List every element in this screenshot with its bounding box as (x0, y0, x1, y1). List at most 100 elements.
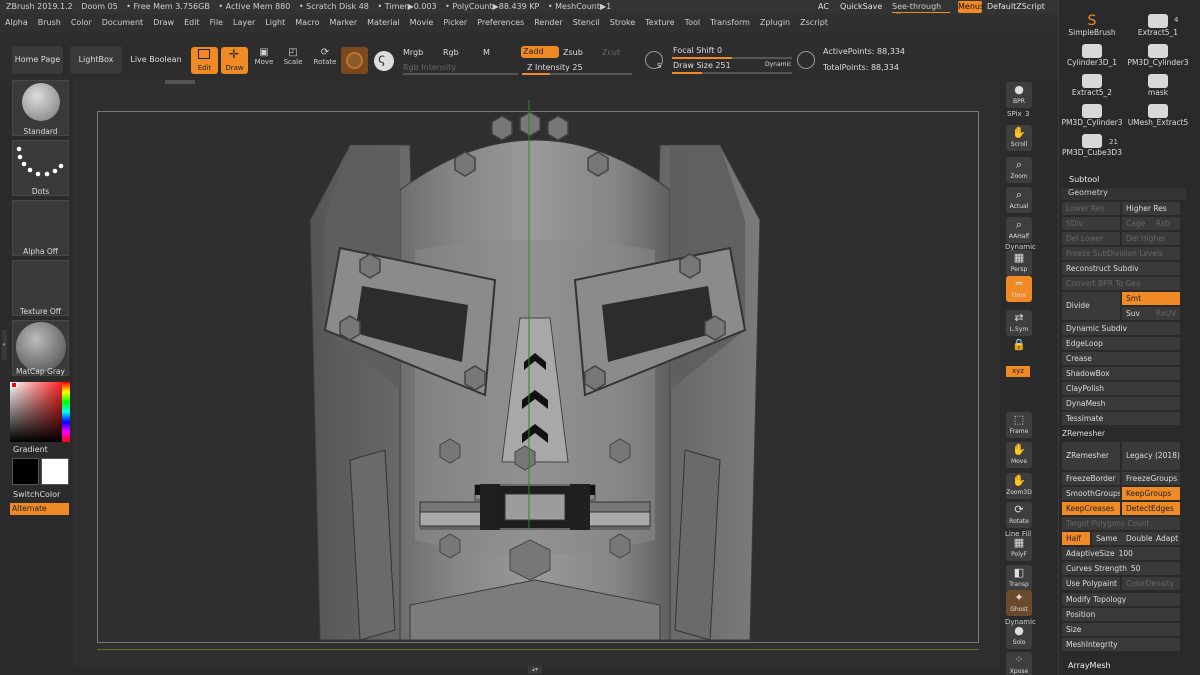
freezegroups-button[interactable]: FreezeGroups (1122, 472, 1180, 485)
suv-toggle[interactable]: Suv (1122, 307, 1152, 320)
persp-button[interactable]: ▦ Persp (1006, 250, 1032, 276)
menu-marker[interactable]: Marker (324, 14, 362, 32)
menu-light[interactable]: Light (260, 14, 290, 32)
higher-res-button[interactable]: Higher Res (1122, 202, 1180, 215)
use-polypaint-button[interactable]: Use Polypaint (1062, 577, 1120, 590)
zoom-button[interactable]: ⌕ Zoom (1006, 157, 1032, 183)
dynamic-toggle[interactable]: Dynamic (765, 61, 791, 68)
menu-texture[interactable]: Texture (640, 14, 679, 32)
menu-transform[interactable]: Transform (705, 14, 755, 32)
curves-strength-slider[interactable]: Curves Strength 50 (1062, 562, 1180, 575)
reuv-toggle[interactable]: ReUV (1152, 307, 1180, 320)
scale-button[interactable]: ◰ Scale (281, 47, 305, 74)
menu-document[interactable]: Document (97, 14, 148, 32)
tool-thumb-5[interactable]: mask (1125, 74, 1191, 97)
del-higher-button[interactable]: Del Higher (1122, 232, 1180, 245)
dynamic-subdiv-button[interactable]: Dynamic Subdiv (1062, 322, 1180, 335)
menu-layer[interactable]: Layer (228, 14, 260, 32)
target-polygons-slider[interactable]: Target Polygons Count (1062, 517, 1180, 530)
menu-tool[interactable]: Tool (680, 14, 706, 32)
keepcreases-button[interactable]: KeepCreases (1062, 502, 1120, 515)
move-button[interactable]: ▣ Move (252, 47, 276, 74)
alternate-button[interactable]: Alternate (10, 503, 69, 515)
menu-file[interactable]: File (205, 14, 228, 32)
mask-model[interactable] (300, 100, 770, 656)
zoom3d-button[interactable]: ✋ Zoom3D (1006, 473, 1032, 499)
tool-thumb-7[interactable]: UMesh_Extract5 (1125, 104, 1191, 127)
xyz-button[interactable]: xyz (1006, 366, 1030, 377)
geometry-header[interactable]: Geometry (1061, 188, 1186, 200)
menu-draw[interactable]: Draw (148, 14, 179, 32)
menu-stencil[interactable]: Stencil (568, 14, 605, 32)
hue-strip[interactable] (62, 382, 70, 442)
stroke-dots-button[interactable]: Dots (12, 140, 69, 196)
arraymesh-header[interactable]: ArrayMesh (1068, 661, 1111, 670)
draw-size-slider[interactable]: Draw Size 251 (673, 61, 731, 70)
double-button[interactable]: Double (1122, 532, 1152, 545)
freeze-subdiv-button[interactable]: Freeze SubDivision Levels (1062, 247, 1180, 260)
lower-res-button[interactable]: Lower Res (1062, 202, 1120, 215)
tool-thumb-0[interactable]: S SimpleBrush (1059, 14, 1125, 37)
edgeloop-button[interactable]: EdgeLoop (1062, 337, 1180, 350)
draw-button[interactable]: ✛ Draw (221, 47, 248, 74)
rgb-intensity-slider[interactable]: Rgb Intensity (403, 63, 456, 72)
menu-macro[interactable]: Macro (290, 14, 324, 32)
scroll-button[interactable]: ✋ Scroll (1006, 125, 1032, 151)
bottom-collapse-icon[interactable]: ▴▾ (528, 666, 542, 674)
menu-material[interactable]: Material (362, 14, 405, 32)
home-page-button[interactable]: Home Page (12, 46, 63, 74)
freezeborder-button[interactable]: FreezeBorder (1062, 472, 1120, 485)
gradient-label[interactable]: Gradient (13, 445, 48, 454)
actual-button[interactable]: ⌕ Actual (1006, 187, 1032, 213)
menus-toggle[interactable]: Menus (958, 1, 984, 13)
zremesher-section-header[interactable]: ZRemesher (1062, 429, 1105, 438)
main-color-swatch[interactable] (12, 458, 39, 485)
left-collapse-icon[interactable]: ◂ (2, 330, 7, 360)
lightbox-button[interactable]: LightBox (70, 46, 122, 74)
material-button[interactable]: MatCap Gray (12, 320, 69, 376)
quicksave-button[interactable]: QuickSave (840, 2, 882, 11)
menu-stroke[interactable]: Stroke (605, 14, 641, 32)
mrgb-button[interactable]: Mrgb (403, 48, 423, 57)
rotate-button[interactable]: ⟳ Rotate (312, 47, 338, 74)
texture-button[interactable]: Texture Off (12, 260, 69, 316)
color-sphere-icon[interactable]: ς (374, 51, 394, 71)
edit-button[interactable]: Edit (191, 47, 218, 74)
transp-button[interactable]: ◧ Transp (1006, 565, 1032, 591)
live-boolean-button[interactable]: Live Boolean (128, 46, 184, 74)
lsym-button[interactable]: ⇄ L.Sym (1006, 310, 1032, 336)
detectedges-button[interactable]: DetectEdges (1122, 502, 1180, 515)
solo-button[interactable]: ● Solo (1006, 623, 1032, 649)
crease-button[interactable]: Crease (1062, 352, 1180, 365)
tool-thumb-3[interactable]: PM3D_Cylinder3 (1125, 44, 1191, 67)
rotate-view-button[interactable]: ⟳ Rotate (1006, 502, 1032, 528)
bpr-button[interactable]: ● BPR (1006, 82, 1032, 108)
smoothgroups-slider[interactable]: SmoothGroups (1062, 487, 1120, 500)
color-picker-square[interactable] (10, 382, 70, 442)
ghost-button[interactable]: ✦ Ghost (1006, 590, 1032, 616)
legacy-button[interactable]: Legacy (2018) (1122, 442, 1180, 470)
convert-bpr-button[interactable]: Convert BPR To Geo (1062, 277, 1180, 290)
modify-topology-button[interactable]: Modify Topology (1062, 593, 1180, 606)
dynamesh-button[interactable]: DynaMesh (1062, 397, 1180, 410)
smt-toggle[interactable]: Smt (1122, 292, 1180, 305)
floor-button[interactable]: ═ Floor (1006, 276, 1032, 302)
reconstruct-button[interactable]: Reconstruct Subdiv (1062, 262, 1180, 275)
default-zscript-button[interactable]: DefaultZScript (987, 2, 1045, 11)
switchcolor-button[interactable]: SwitchColor (13, 490, 60, 499)
tessimate-button[interactable]: Tessimate (1062, 412, 1180, 425)
cage-button[interactable]: Cage (1122, 217, 1152, 230)
d-brush-icon[interactable] (797, 51, 815, 69)
focal-shift-slider[interactable]: Focal Shift 0 (673, 46, 722, 55)
m-button[interactable]: M (483, 48, 490, 57)
rstr-button[interactable]: Rstr (1152, 217, 1180, 230)
claypolish-button[interactable]: ClayPolish (1062, 382, 1180, 395)
brush-standard-button[interactable]: Standard (12, 80, 69, 136)
menu-alpha[interactable]: Alpha (0, 14, 33, 32)
colordensity-slider[interactable]: ColorDensity (1122, 577, 1180, 590)
menu-color[interactable]: Color (66, 14, 97, 32)
shadowbox-button[interactable]: ShadowBox (1062, 367, 1180, 380)
keepgroups-button[interactable]: KeepGroups (1122, 487, 1180, 500)
xpose-button[interactable]: ⁘ Xpose (1006, 652, 1032, 675)
menu-edit[interactable]: Edit (179, 14, 205, 32)
